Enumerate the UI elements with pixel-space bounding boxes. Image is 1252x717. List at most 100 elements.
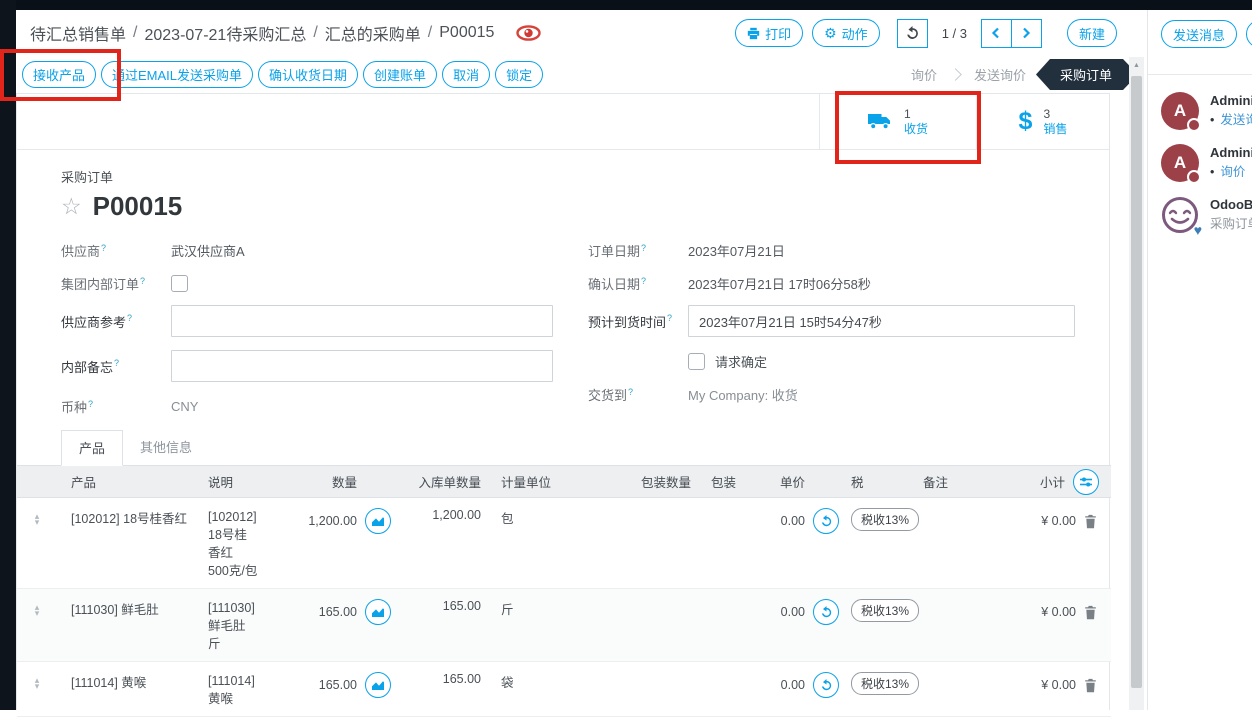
- cell-package-qty[interactable]: [562, 498, 697, 589]
- col-product[interactable]: 产品: [57, 466, 202, 498]
- lock-button[interactable]: 锁定: [495, 61, 543, 88]
- vertical-scrollbar[interactable]: ▲: [1129, 57, 1144, 710]
- table-row[interactable]: ▴▾ [111014] 黄喉 [111014]黄喉 165.00 165.00 …: [17, 662, 1111, 717]
- create-bill-button[interactable]: 创建账单: [363, 61, 437, 88]
- receipt-stat-button[interactable]: 1 收货: [819, 94, 976, 149]
- cell-unit-price[interactable]: 0.00: [781, 514, 805, 528]
- cell-product[interactable]: [111030] 鲜毛肚: [57, 589, 202, 662]
- prev-page-button[interactable]: [981, 19, 1012, 48]
- send-by-email-button[interactable]: 通过EMAIL发送采购单: [101, 61, 253, 88]
- cell-description[interactable]: [111014]黄喉: [202, 662, 297, 717]
- optional-columns-icon[interactable]: [1073, 469, 1099, 495]
- drag-handle-icon[interactable]: ▴▾: [23, 672, 51, 689]
- cell-note[interactable]: [917, 589, 979, 662]
- cell-quantity[interactable]: 165.00: [319, 605, 357, 619]
- cell-unit-price[interactable]: 0.00: [781, 605, 805, 619]
- col-note[interactable]: 备注: [917, 466, 979, 498]
- forecast-chart-icon[interactable]: [365, 508, 391, 534]
- drag-handle-icon[interactable]: ▴▾: [23, 599, 51, 616]
- chatter-message[interactable]: A Administrator •发送询价: [1161, 92, 1252, 130]
- vendor-ref-input[interactable]: [171, 305, 553, 337]
- eye-icon[interactable]: [516, 25, 541, 41]
- cell-uom[interactable]: 斤: [487, 589, 562, 662]
- col-unit-price[interactable]: 单价: [757, 466, 845, 498]
- message-author[interactable]: Administrator: [1210, 144, 1252, 163]
- cell-description[interactable]: [102012]18号桂 香红500克/包: [202, 498, 297, 589]
- action-button[interactable]: ⚙ 动作: [812, 19, 880, 47]
- internal-note-input[interactable]: [171, 350, 553, 382]
- ask-confirmation-checkbox[interactable]: [688, 353, 705, 370]
- price-history-icon[interactable]: [813, 599, 839, 625]
- tax-badge[interactable]: 税收13%: [851, 508, 919, 531]
- log-note-button[interactable]: 记录备注: [1246, 20, 1252, 48]
- message-author[interactable]: OdooBot: [1210, 196, 1252, 215]
- refresh-button[interactable]: [897, 19, 928, 48]
- help-icon[interactable]: ?: [628, 387, 633, 397]
- breadcrumb-item[interactable]: 2023-07-21待采购汇总: [144, 21, 306, 45]
- message-author[interactable]: Administrator: [1210, 92, 1252, 111]
- cell-package-qty[interactable]: [562, 589, 697, 662]
- help-icon[interactable]: ?: [88, 399, 93, 409]
- tab-products[interactable]: 产品: [61, 430, 123, 466]
- table-row[interactable]: ▴▾ [102012] 18号桂香红 [102012]18号桂 香红500克/包…: [17, 498, 1111, 589]
- status-step-rfq[interactable]: 询价: [911, 65, 937, 84]
- favorite-star-icon[interactable]: ☆: [61, 195, 82, 218]
- col-received-qty[interactable]: 入库单数量: [397, 466, 487, 498]
- forecast-chart-icon[interactable]: [365, 599, 391, 625]
- col-quantity[interactable]: 数量: [297, 466, 397, 498]
- col-package-qty[interactable]: 包装数量: [562, 466, 697, 498]
- help-icon[interactable]: ?: [140, 276, 145, 286]
- help-icon[interactable]: ?: [641, 276, 646, 286]
- help-icon[interactable]: ?: [641, 243, 646, 253]
- confirm-receipt-date-button[interactable]: 确认收货日期: [258, 61, 358, 88]
- help-icon[interactable]: ?: [127, 313, 132, 323]
- tax-badge[interactable]: 税收13%: [851, 672, 919, 695]
- cancel-button[interactable]: 取消: [442, 61, 490, 88]
- receive-products-button[interactable]: 接收产品: [22, 61, 96, 88]
- status-step-purchase-order-active[interactable]: 采购订单: [1036, 59, 1129, 90]
- table-row[interactable]: ▴▾ [111030] 鲜毛肚 [111030]鲜毛肚 斤 165.00 165…: [17, 589, 1111, 662]
- tax-badge[interactable]: 税收13%: [851, 599, 919, 622]
- col-uom[interactable]: 计量单位: [487, 466, 562, 498]
- sales-stat-button[interactable]: $ 3 销售: [976, 94, 1109, 149]
- expected-arrival-input[interactable]: [688, 305, 1075, 337]
- cell-package[interactable]: [697, 662, 757, 717]
- delete-row-icon[interactable]: [1084, 678, 1097, 693]
- vendor-value[interactable]: 武汉供应商A: [171, 241, 245, 260]
- cell-quantity[interactable]: 165.00: [319, 678, 357, 692]
- delete-row-icon[interactable]: [1084, 514, 1097, 529]
- breadcrumb-item[interactable]: 待汇总销售单: [30, 21, 126, 45]
- send-message-button[interactable]: 发送消息: [1161, 20, 1237, 48]
- col-description[interactable]: 说明: [202, 466, 297, 498]
- cell-package[interactable]: [697, 498, 757, 589]
- cell-description[interactable]: [111030]鲜毛肚 斤: [202, 589, 297, 662]
- deliver-to-value[interactable]: My Company: 收货: [688, 385, 798, 404]
- chatter-message[interactable]: ♥ OdooBot 采购订单: [1161, 196, 1252, 234]
- cell-quantity[interactable]: 1,200.00: [308, 514, 357, 528]
- col-package[interactable]: 包装: [697, 466, 757, 498]
- status-step-rfq-sent[interactable]: 发送询价: [974, 65, 1026, 84]
- price-history-icon[interactable]: [813, 672, 839, 698]
- cell-package-qty[interactable]: [562, 662, 697, 717]
- order-date-value[interactable]: 2023年07月21日: [688, 241, 785, 260]
- next-page-button[interactable]: [1011, 19, 1042, 48]
- create-button[interactable]: 新建: [1067, 19, 1117, 47]
- chatter-message[interactable]: A Administrator •询价: [1161, 144, 1252, 182]
- col-tax[interactable]: 税: [845, 466, 917, 498]
- cell-package[interactable]: [697, 589, 757, 662]
- cell-uom[interactable]: 袋: [487, 662, 562, 717]
- breadcrumb-item[interactable]: 汇总的采购单: [325, 21, 421, 45]
- cell-uom[interactable]: 包: [487, 498, 562, 589]
- delete-row-icon[interactable]: [1084, 605, 1097, 620]
- drag-handle-icon[interactable]: ▴▾: [23, 508, 51, 525]
- scroll-up-arrow-icon[interactable]: ▲: [1129, 57, 1144, 73]
- price-history-icon[interactable]: [813, 508, 839, 534]
- intercompany-checkbox[interactable]: [171, 275, 188, 292]
- help-icon[interactable]: ?: [667, 313, 672, 323]
- cell-product[interactable]: [111014] 黄喉: [57, 662, 202, 717]
- print-button[interactable]: 打印: [735, 19, 803, 47]
- scrollbar-thumb[interactable]: [1131, 76, 1142, 688]
- help-icon[interactable]: ?: [101, 243, 106, 253]
- col-subtotal[interactable]: 小计: [979, 466, 1111, 498]
- tab-other-info[interactable]: 其他信息: [123, 430, 209, 465]
